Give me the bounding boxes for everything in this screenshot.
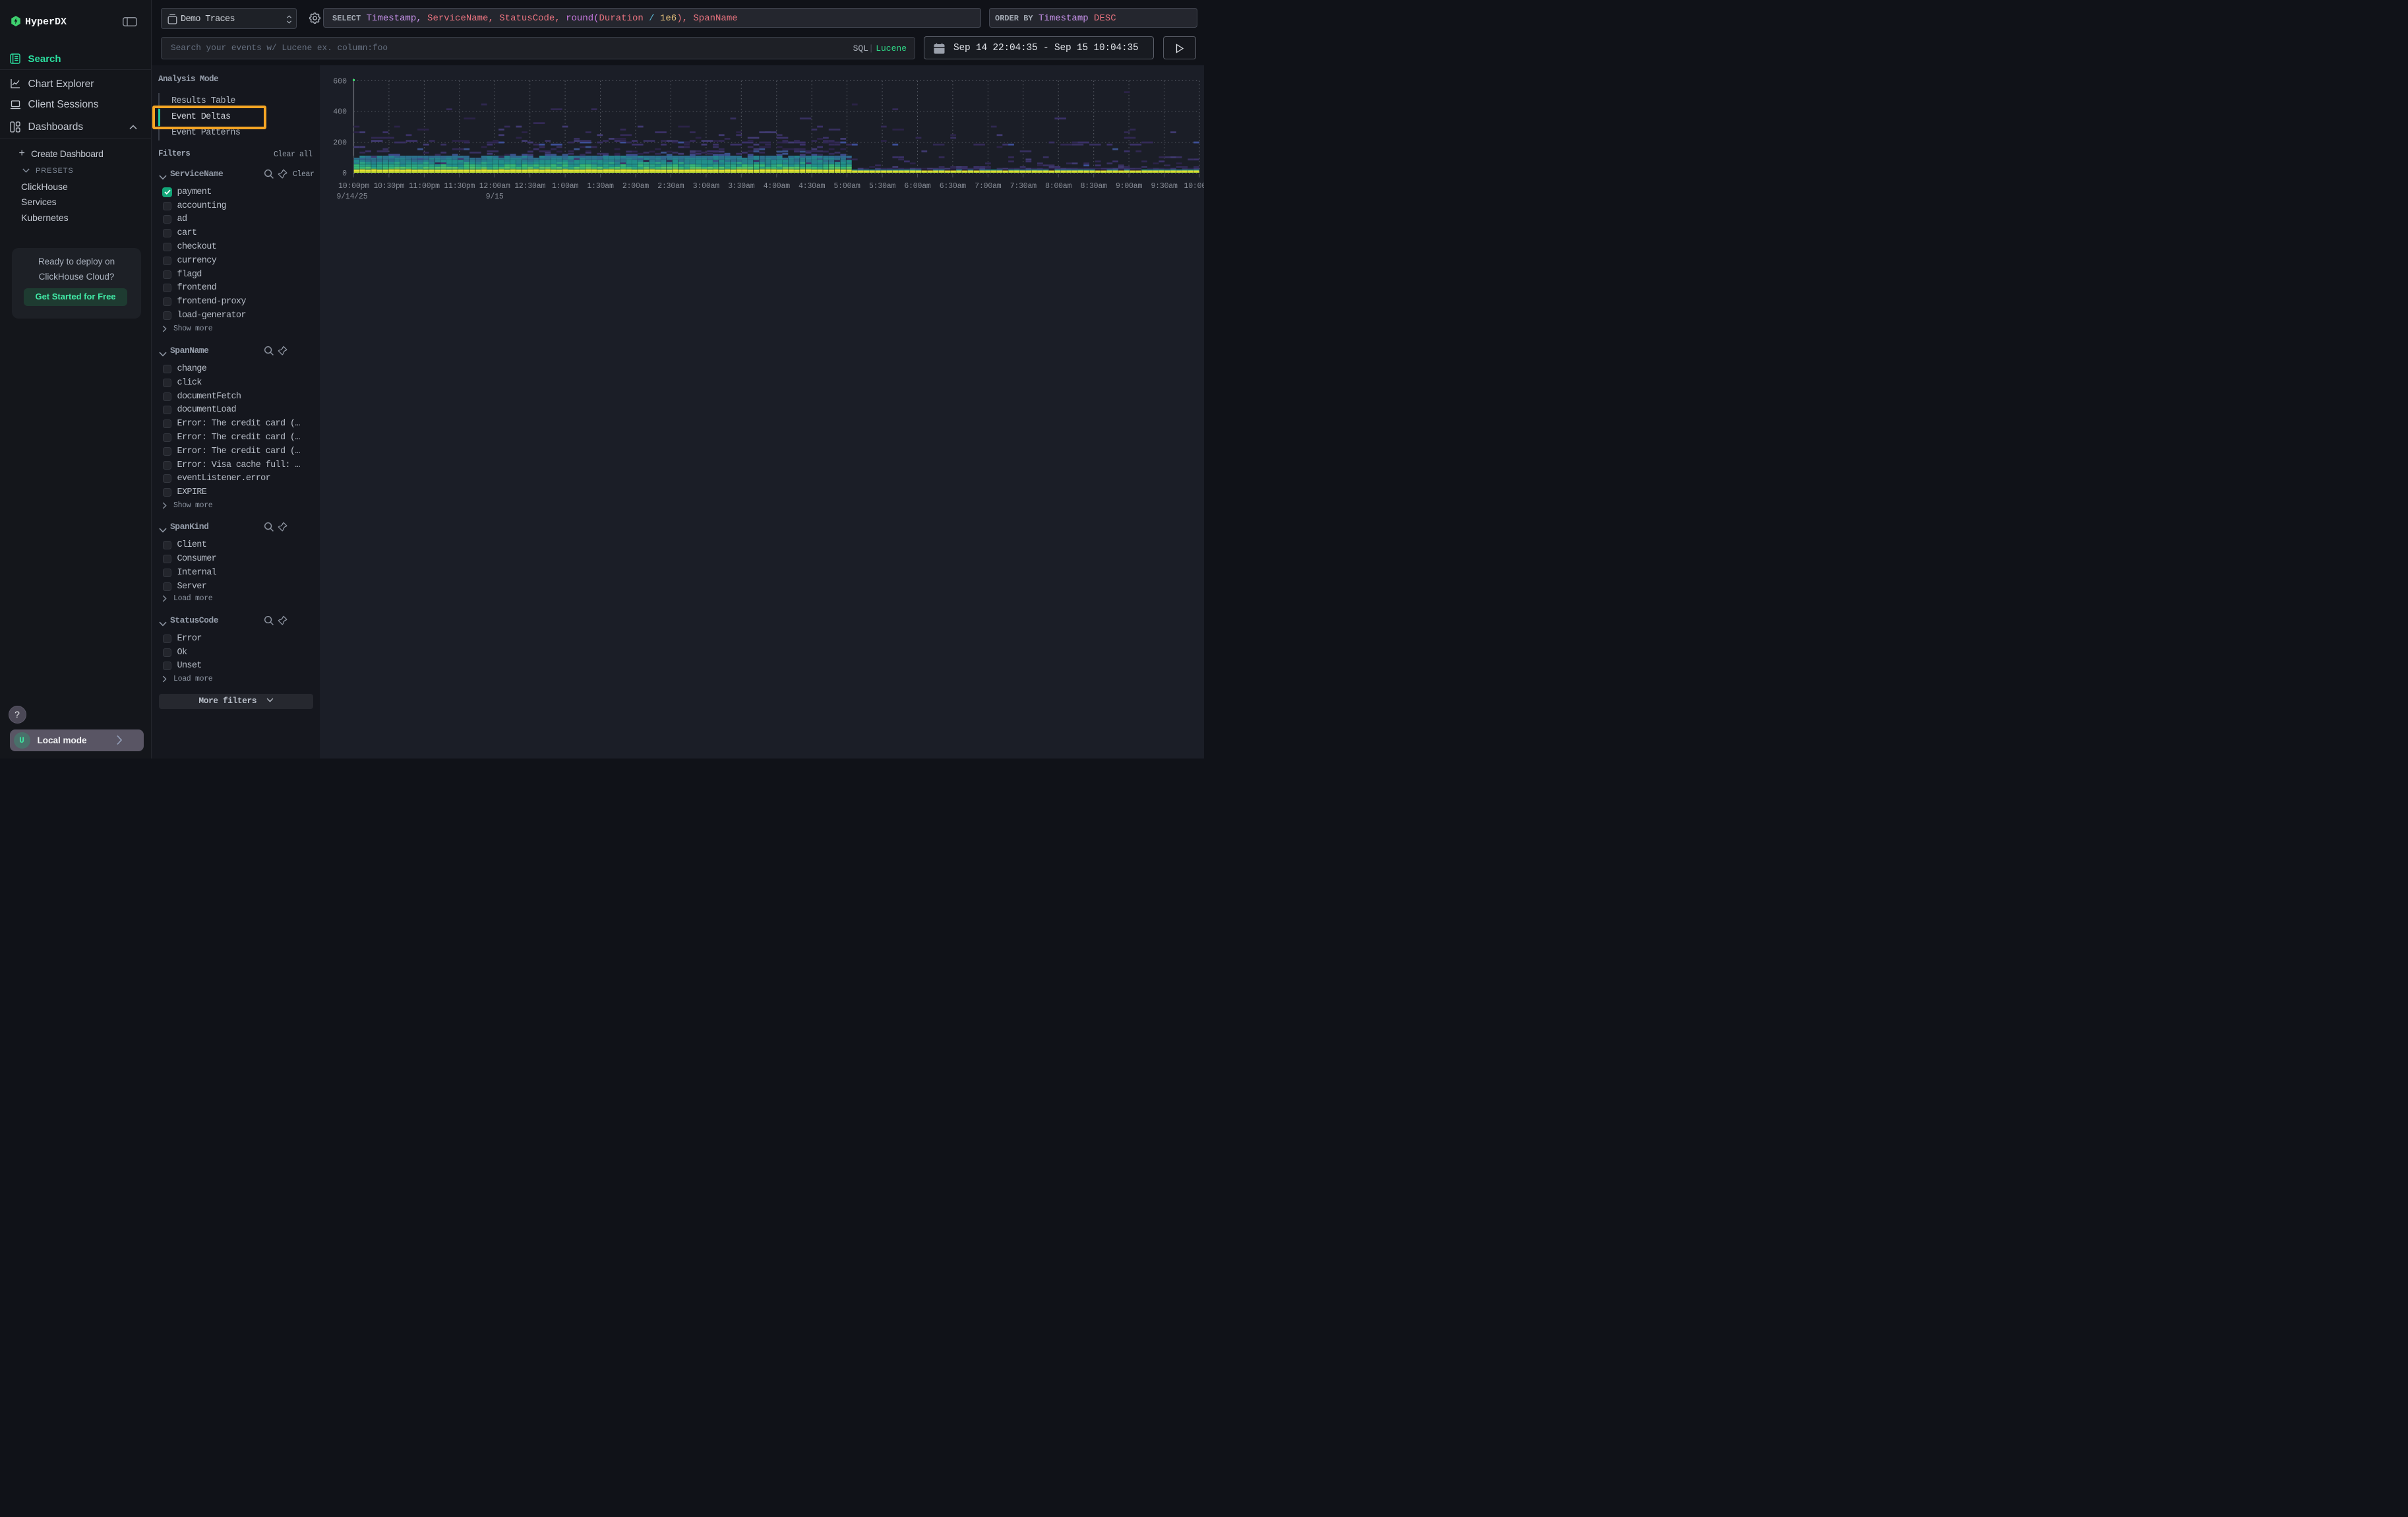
- svg-text:9/15: 9/15: [486, 193, 504, 201]
- svg-text:5:00am: 5:00am: [833, 182, 860, 191]
- svg-text:2:00am: 2:00am: [622, 182, 649, 191]
- svg-text:12:30am: 12:30am: [514, 182, 545, 191]
- svg-text:10:00pm: 10:00pm: [338, 182, 369, 191]
- svg-text:9:30am: 9:30am: [1151, 182, 1178, 191]
- svg-text:400: 400: [333, 108, 347, 117]
- svg-text:6:00am: 6:00am: [904, 182, 931, 191]
- svg-text:3:00am: 3:00am: [693, 182, 720, 191]
- svg-text:6:30am: 6:30am: [940, 182, 967, 191]
- svg-text:9/14/25: 9/14/25: [337, 193, 368, 201]
- svg-text:7:30am: 7:30am: [1010, 182, 1037, 191]
- svg-text:4:30am: 4:30am: [798, 182, 826, 191]
- svg-text:8:00am: 8:00am: [1045, 182, 1072, 191]
- svg-text:5:30am: 5:30am: [869, 182, 896, 191]
- svg-text:7:00am: 7:00am: [975, 182, 1002, 191]
- svg-text:200: 200: [333, 139, 347, 148]
- svg-text:3:30am: 3:30am: [728, 182, 755, 191]
- svg-text:9:00am: 9:00am: [1116, 182, 1143, 191]
- svg-text:4:00am: 4:00am: [764, 182, 791, 191]
- svg-text:600: 600: [333, 78, 347, 86]
- svg-text:8:30am: 8:30am: [1081, 182, 1108, 191]
- svg-text:11:00pm: 11:00pm: [409, 182, 440, 191]
- svg-text:11:30pm: 11:30pm: [444, 182, 475, 191]
- svg-text:10:00am: 10:00am: [1184, 182, 1204, 191]
- svg-text:10:30pm: 10:30pm: [373, 182, 404, 191]
- svg-text:1:30am: 1:30am: [587, 182, 614, 191]
- svg-text:1:00am: 1:00am: [552, 182, 579, 191]
- svg-text:12:00am: 12:00am: [479, 182, 510, 191]
- svg-text:2:30am: 2:30am: [657, 182, 684, 191]
- svg-text:0: 0: [342, 170, 347, 178]
